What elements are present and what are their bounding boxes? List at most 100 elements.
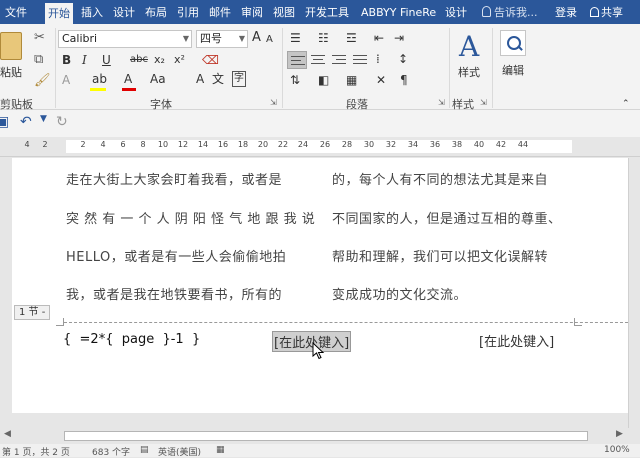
chevron-down-icon[interactable]: ▼ (183, 31, 189, 47)
line-spacing-icon[interactable]: ↕ (398, 51, 408, 69)
font-name-combo[interactable]: Calibri ▼ (58, 30, 192, 48)
tab-mailings[interactable]: 邮件 (209, 0, 231, 24)
enclose-char-button[interactable]: 字 (232, 71, 246, 87)
field-code[interactable]: { =2*{ page }-1 } (63, 332, 200, 347)
body-line[interactable]: 突 然 有 一 个 人 阴 阳 怪 气 地 跟 我 说 (66, 208, 315, 227)
dialog-launcher-icon[interactable]: ⇲ (480, 98, 487, 107)
sort-icon[interactable]: ⇅ (290, 72, 300, 90)
horizontal-scrollbar[interactable]: ◀ ▶ (0, 428, 640, 444)
align-right-button[interactable] (329, 51, 349, 69)
justify-button[interactable] (350, 51, 370, 69)
person-icon (590, 7, 599, 17)
numbering-icon[interactable]: ☷ (318, 30, 329, 48)
align-center-button[interactable] (308, 51, 328, 69)
copy-icon[interactable]: ⧉ (34, 52, 43, 67)
body-line[interactable]: 的，每个人有不同的想法尤其是来自 (332, 169, 548, 188)
font-size-combo[interactable]: 四号 ▼ (196, 30, 248, 48)
bullets-icon[interactable]: ☰ (290, 30, 301, 48)
tab-view[interactable]: 视图 (273, 0, 295, 24)
tell-me-box[interactable]: 告诉我... (482, 0, 538, 24)
tell-me-text: 告诉我... (494, 6, 538, 19)
tab-design[interactable]: 设计 (113, 0, 135, 24)
editing-label[interactable]: 编辑 (502, 62, 524, 78)
text-effects-icon[interactable]: A (62, 72, 70, 90)
dialog-launcher-icon[interactable]: ⇲ (438, 98, 445, 107)
macro-icon[interactable]: ▦ (216, 445, 225, 455)
char-shading-button[interactable]: A (196, 71, 204, 89)
phonetic-guide-button[interactable]: 文 (212, 71, 224, 89)
body-line[interactable]: HELLO，或者是有一些人会偷偷地拍 (66, 246, 286, 265)
paste-label[interactable]: 粘贴 (0, 64, 22, 80)
dialog-launcher-icon[interactable]: ⇲ (270, 98, 277, 107)
body-line[interactable]: 帮助和理解，我们可以把文化误解转 (332, 246, 548, 265)
tab-review[interactable]: 审阅 (241, 0, 263, 24)
find-icon[interactable] (500, 30, 526, 56)
language-status[interactable]: 英语(美国) (158, 445, 201, 458)
lightbulb-icon (482, 6, 491, 17)
login-button[interactable]: 登录 (555, 0, 577, 24)
tab-file[interactable]: 文件 (5, 0, 27, 24)
horizontal-ruler[interactable]: 4 2 2 4 6 8 10 12 14 16 18 20 22 24 26 2… (0, 137, 640, 157)
tab-references[interactable]: 引用 (177, 0, 199, 24)
ruler-tick-label: 16 (217, 140, 229, 149)
body-line[interactable]: 不同国家的人，但是通过互相的尊重、 (332, 208, 562, 227)
multilevel-list-icon[interactable]: ☲ (346, 30, 357, 48)
scroll-left-icon[interactable]: ◀ (4, 429, 11, 439)
superscript-button[interactable]: x² (174, 52, 185, 70)
footer-placeholder-right[interactable]: [在此处键入] (478, 331, 555, 350)
borders-icon[interactable]: ▦ (346, 72, 357, 90)
asian-layout-icon[interactable]: ✕ (376, 72, 386, 90)
clear-format-icon[interactable]: ⌫ (202, 52, 219, 70)
distributed-icon[interactable]: ⁞ (376, 51, 380, 69)
tab-home[interactable]: 开始 (45, 3, 73, 24)
grow-font-button[interactable]: A (252, 30, 261, 48)
ribbon: 粘贴 ✂ ⧉ 🖌 剪贴板 Calibri ▼ 四号 ▼ A A B I U abc … (0, 24, 640, 111)
subscript-button[interactable]: x₂ (154, 52, 165, 70)
zoom-level[interactable]: 100% (604, 445, 630, 455)
ruler-tick-label: 42 (495, 140, 507, 149)
vertical-scrollbar[interactable] (628, 158, 640, 428)
scroll-thumb[interactable] (64, 431, 588, 441)
align-left-button[interactable] (287, 51, 307, 69)
redo-icon[interactable]: ↻ (56, 114, 68, 130)
styles-gallery-icon[interactable]: A (459, 30, 479, 63)
share-button[interactable]: 共享 (590, 0, 623, 24)
tab-developer[interactable]: 开发工具 (305, 0, 349, 24)
decrease-indent-icon[interactable]: ⇤ (374, 30, 384, 48)
bold-button[interactable]: B (62, 52, 71, 70)
format-painter-icon[interactable]: 🖌 (34, 73, 51, 88)
show-marks-icon[interactable]: ¶ (400, 72, 408, 90)
styles-label[interactable]: 样式 (458, 64, 480, 80)
scroll-right-icon[interactable]: ▶ (616, 429, 623, 439)
ruler-tick-label: 18 (237, 140, 249, 149)
ruler-tick-label: 4 (100, 140, 106, 149)
ruler-tick-label: 28 (341, 140, 353, 149)
underline-button[interactable]: U (102, 52, 111, 70)
font-color-bar (122, 88, 136, 91)
paste-icon[interactable] (0, 32, 22, 60)
tab-layout[interactable]: 布局 (145, 0, 167, 24)
highlight-icon[interactable]: ab (92, 71, 107, 89)
increase-indent-icon[interactable]: ⇥ (394, 30, 404, 48)
strikethrough-button[interactable]: abc (130, 52, 148, 70)
chevron-down-icon[interactable]: ▼ (239, 31, 245, 47)
chevron-down-icon[interactable]: ▼ (40, 114, 47, 124)
shrink-font-button[interactable]: A (266, 32, 273, 50)
tab-header-design[interactable]: 设计 (445, 0, 467, 24)
cut-icon[interactable]: ✂ (34, 30, 45, 45)
tab-insert[interactable]: 插入 (81, 0, 103, 24)
shading-icon[interactable]: ◧ (318, 72, 329, 90)
undo-icon[interactable]: ↶ (20, 114, 32, 130)
body-line[interactable]: 走在大街上大家会盯着我看，或者是 (66, 169, 282, 188)
change-case-button[interactable]: Aa (150, 71, 166, 89)
tab-abbyy[interactable]: ABBYY FineRea (361, 0, 437, 24)
proofing-icon[interactable]: ▤ (140, 445, 149, 455)
font-color-button[interactable]: A (124, 71, 132, 89)
font-name-value: Calibri (62, 32, 98, 45)
body-line[interactable]: 变成成功的文化交流。 (332, 284, 467, 303)
save-icon[interactable]: ▣ (0, 114, 9, 130)
page-count[interactable]: 第 1 页，共 2 页 (2, 445, 70, 458)
body-line[interactable]: 我，或者是我在地铁要看书，所有的 (66, 284, 282, 303)
italic-button[interactable]: I (82, 52, 87, 70)
word-count[interactable]: 683 个字 (92, 445, 130, 458)
